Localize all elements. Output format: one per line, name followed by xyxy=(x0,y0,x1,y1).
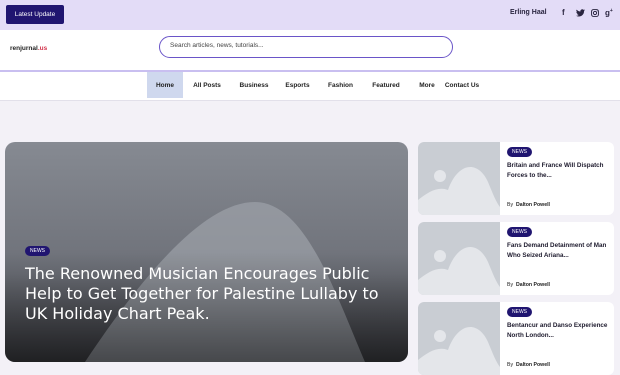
post-thumbnail xyxy=(418,222,500,295)
nav-item-all-posts[interactable]: All Posts xyxy=(189,72,225,98)
nav-item-business[interactable]: Business xyxy=(235,72,273,98)
placeholder-image-icon xyxy=(5,202,408,362)
featured-post-title[interactable]: The Renowned Musician Encourages Public … xyxy=(25,264,400,324)
post-author[interactable]: By Dalton Powell xyxy=(507,362,550,368)
post-title[interactable]: Britain and France Will Dispatch Forces … xyxy=(507,161,610,181)
post-author[interactable]: By Dalton Powell xyxy=(507,202,550,208)
placeholder-image-icon xyxy=(418,167,500,215)
post-card[interactable]: NEWS Britain and France Will Dispatch Fo… xyxy=(418,142,614,215)
nav-item-more[interactable]: More xyxy=(414,72,440,98)
post-card[interactable]: NEWS Bentancur and Danso Experience Nort… xyxy=(418,302,614,375)
category-badge[interactable]: NEWS xyxy=(507,307,532,317)
facebook-icon[interactable]: f xyxy=(562,8,565,17)
category-badge[interactable]: NEWS xyxy=(25,246,50,256)
username-link[interactable]: Erling Haal xyxy=(510,9,547,16)
site-header: renjurnal.us xyxy=(0,30,620,72)
main-nav: Home All Posts Business Esports Fashion … xyxy=(0,72,620,101)
category-badge[interactable]: NEWS xyxy=(507,227,532,237)
post-title[interactable]: Bentancur and Danso Experience North Lon… xyxy=(507,321,610,341)
latest-update-button[interactable]: Latest Update xyxy=(6,5,64,24)
featured-post[interactable]: NEWS The Renowned Musician Encourages Pu… xyxy=(5,142,408,362)
post-thumbnail xyxy=(418,302,500,375)
site-logo[interactable]: renjurnal.us xyxy=(10,45,47,52)
nav-item-fashion[interactable]: Fashion xyxy=(323,72,358,98)
twitter-icon[interactable] xyxy=(576,9,585,19)
google-plus-icon[interactable]: g+ xyxy=(605,8,613,18)
placeholder-image-icon xyxy=(418,327,500,375)
nav-item-home[interactable]: Home xyxy=(147,72,183,98)
post-card[interactable]: NEWS Fans Demand Detainment of Man Who S… xyxy=(418,222,614,295)
post-author[interactable]: By Dalton Powell xyxy=(507,282,550,288)
search-input[interactable] xyxy=(170,42,440,49)
search-box xyxy=(159,36,453,58)
top-bar: Latest Update Erling Haal f g+ xyxy=(0,0,620,30)
nav-item-contact-us[interactable]: Contact Us xyxy=(442,72,482,98)
instagram-icon[interactable] xyxy=(591,9,599,19)
post-thumbnail xyxy=(418,142,500,215)
placeholder-image-icon xyxy=(418,247,500,295)
nav-item-featured[interactable]: Featured xyxy=(366,72,406,98)
post-title[interactable]: Fans Demand Detainment of Man Who Seized… xyxy=(507,241,610,261)
category-badge[interactable]: NEWS xyxy=(507,147,532,157)
nav-item-esports[interactable]: Esports xyxy=(280,72,315,98)
